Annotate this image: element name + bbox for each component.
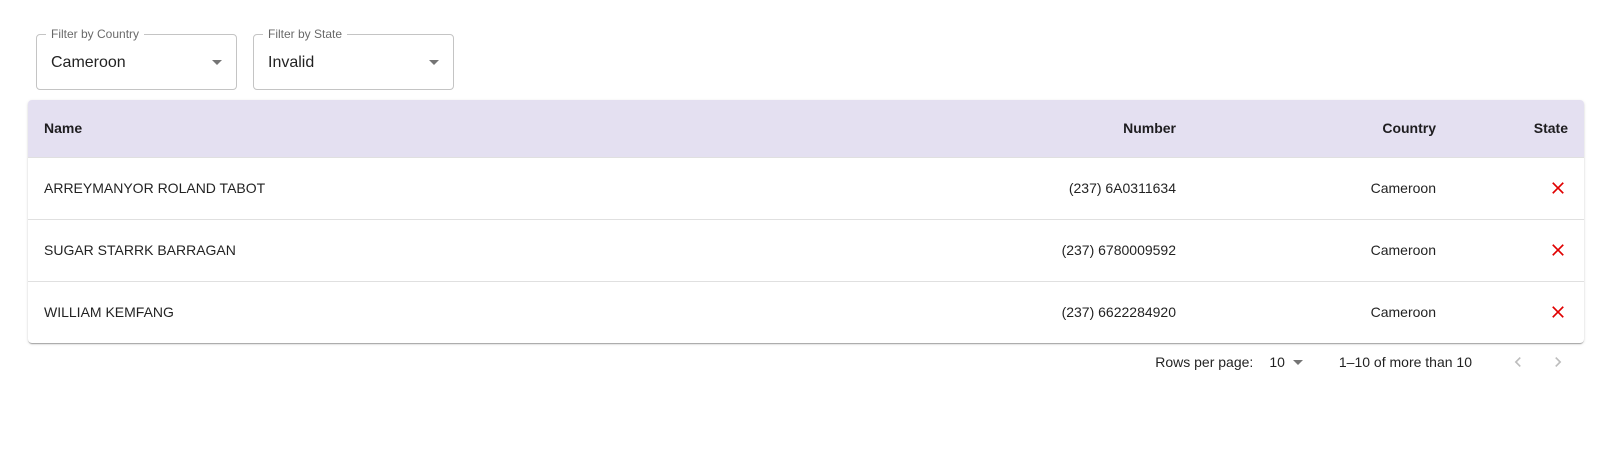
pagination-range-text: 1–10 of more than 10	[1338, 354, 1472, 370]
table-row: SUGAR STARRK BARRAGAN (237) 6780009592 C…	[28, 219, 1584, 282]
table-pagination: Rows per page: 10 1–10 of more than 10	[1155, 350, 1578, 374]
chevron-down-icon	[212, 60, 222, 65]
cell-number: (237) 6A0311634	[700, 157, 1192, 220]
rows-per-page-value: 10	[1269, 354, 1285, 370]
close-x-icon	[1552, 244, 1564, 256]
table-row: ARREYMANYOR ROLAND TABOT (237) 6A0311634…	[28, 157, 1584, 220]
chevron-down-icon	[1292, 359, 1303, 365]
cell-name: ARREYMANYOR ROLAND TABOT	[28, 157, 700, 220]
cell-number: (237) 6780009592	[700, 219, 1192, 282]
chevron-right-icon	[1555, 357, 1562, 367]
column-header-number: Number	[700, 100, 1192, 158]
previous-page-button[interactable]	[1498, 350, 1538, 374]
filters-bar: Filter by Country Cameroon Filter by Sta…	[36, 26, 454, 90]
country-filter-value: Cameroon	[51, 54, 126, 71]
cell-country: Cameroon	[1370, 304, 1436, 320]
chevron-down-icon	[429, 60, 439, 65]
close-x-icon	[1552, 182, 1564, 194]
cell-name: SUGAR STARRK BARRAGAN	[28, 219, 700, 282]
cell-state	[1452, 281, 1584, 343]
cell-country: Cameroon	[1192, 219, 1452, 282]
column-header-country: Country	[1192, 100, 1452, 158]
cell-country: Cameroon	[1192, 157, 1452, 220]
page: Filter by Country Cameroon Filter by Sta…	[0, 0, 1615, 461]
cell-name: WILLIAM KEMFANG	[44, 304, 174, 320]
state-filter-select[interactable]: Filter by State Invalid	[253, 26, 454, 90]
table-header-row: Name Number Country State	[28, 100, 1584, 158]
cell-number: (237) 6622284920	[1061, 304, 1176, 320]
close-x-icon	[1552, 306, 1564, 318]
cell-state	[1452, 157, 1584, 220]
state-filter-value: Invalid	[268, 54, 315, 71]
rows-per-page-select[interactable]: 10	[1269, 354, 1303, 370]
column-header-name: Name	[28, 100, 700, 158]
phone-numbers-table: Name Number Country State ARREYMANYOR RO…	[28, 100, 1584, 343]
chevron-left-icon	[1514, 357, 1521, 367]
country-filter-label: Filter by Country	[46, 26, 145, 42]
table-row: WILLIAM KEMFANG (237) 6622284920 Cameroo…	[28, 281, 1584, 343]
cell-state	[1452, 219, 1584, 282]
next-page-button[interactable]	[1538, 350, 1578, 374]
rows-per-page-label: Rows per page:	[1155, 354, 1254, 370]
state-filter-label: Filter by State	[263, 26, 348, 42]
country-filter-select[interactable]: Filter by Country Cameroon	[36, 26, 237, 90]
column-header-state: State	[1452, 100, 1584, 158]
